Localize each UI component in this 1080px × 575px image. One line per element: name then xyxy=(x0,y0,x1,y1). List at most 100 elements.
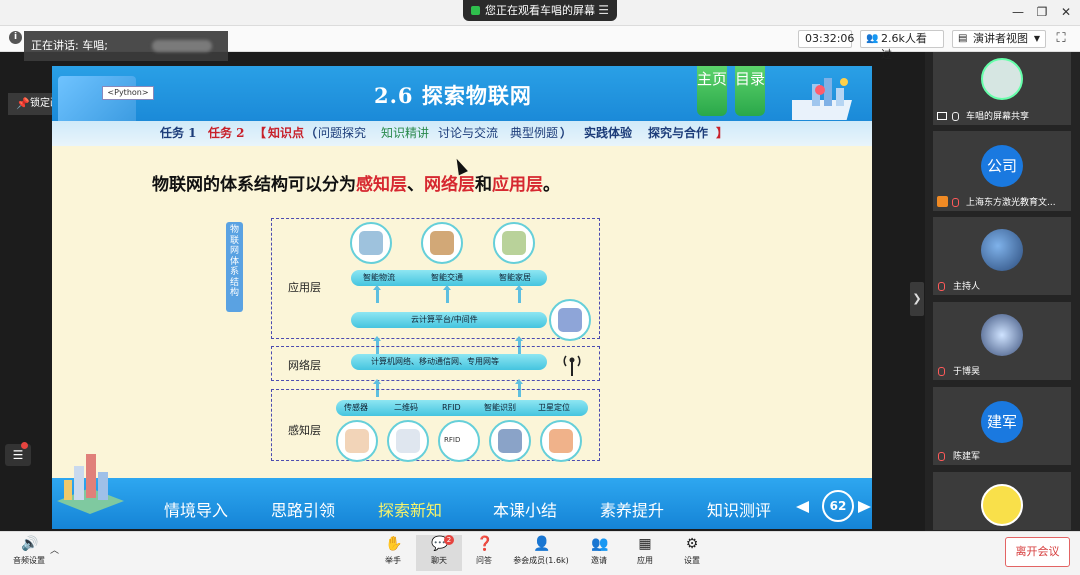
raise-hand-button[interactable]: ✋ 举手 xyxy=(369,535,417,571)
app-item-traffic: 智能交通 xyxy=(431,273,463,282)
city-illustration-icon xyxy=(57,454,124,514)
share-notice-text: 您正在观看车唱的屏幕 xyxy=(485,4,595,17)
fullscreen-icon[interactable]: ⛶ xyxy=(1052,30,1070,48)
participant-name: 主持人 xyxy=(953,282,981,292)
perception-layer-label: 感知层 xyxy=(288,424,321,437)
tab-home[interactable]: 主页 xyxy=(697,66,727,116)
arrow-up xyxy=(443,285,451,303)
laptop-illustration xyxy=(58,76,136,126)
leave-meeting-button[interactable]: 离开会议 xyxy=(1005,537,1070,567)
app-items-pill: 智能物流 智能交通 智能家居 xyxy=(351,270,547,286)
speaker-icon: 🔊 xyxy=(21,536,39,552)
sense-item-satellite: 卫星定位 xyxy=(538,403,570,412)
viewer-count[interactable]: 👥 2.6k人看过 xyxy=(860,30,944,61)
chat-badge: 2 xyxy=(444,535,454,545)
participant-tile[interactable]: 主持人 xyxy=(933,217,1071,295)
nav-literacy[interactable]: 素养提升 xyxy=(600,497,664,521)
audio-settings-button[interactable]: 🔊 音频设置 xyxy=(4,535,54,571)
nav-situation[interactable]: 情境导入 xyxy=(164,497,228,521)
headline-network: 网络层 xyxy=(424,175,475,195)
participant-tile[interactable]: 公司 上海东方激光教育文... xyxy=(933,131,1071,211)
mic-muted-icon xyxy=(938,452,945,461)
settings-button[interactable]: ⚙ 设置 xyxy=(668,535,716,571)
chevron-up-icon[interactable]: ︿ xyxy=(50,543,59,556)
sense-item-recognition: 智能识别 xyxy=(484,403,516,412)
add-person-icon: 👥 xyxy=(591,536,609,552)
speaking-indicator: 正在讲话: 车唱; xyxy=(24,31,228,61)
headline-perception: 感知层 xyxy=(356,175,407,195)
headline-sep1: 、 xyxy=(407,175,424,195)
participant-tile[interactable]: 于博昊 xyxy=(933,302,1071,380)
pin-icon: 📌 xyxy=(16,97,30,110)
examples-link[interactable]: 典型例题 xyxy=(510,121,558,146)
sensor-icon xyxy=(336,420,378,462)
bracket-open: 【 xyxy=(254,126,267,140)
rfid-icon-text: RFID xyxy=(444,436,461,444)
knowledge-link[interactable]: 知识点 xyxy=(268,121,304,146)
perception-items-pill: 传感器 二维码 RFID 智能识别 卫星定位 xyxy=(336,400,588,416)
blurred-name xyxy=(152,40,212,52)
tab-toc[interactable]: 目录 xyxy=(735,66,765,116)
menu-icon[interactable]: ☰ xyxy=(598,0,609,21)
chat-button[interactable]: 💬 2 聊天 xyxy=(416,535,462,571)
cloud-platform-label: 云计算平台/中间件 xyxy=(411,315,478,324)
next-page-icon[interactable] xyxy=(858,501,871,513)
hand-icon: ✋ xyxy=(385,536,403,552)
nav-explore-active[interactable]: 探索新知 xyxy=(378,497,442,521)
network-items-label: 计算机网络、移动通信网、专用网等 xyxy=(371,357,499,366)
collapse-panel-icon[interactable]: ❯ xyxy=(910,282,924,316)
smart-city-icon xyxy=(792,78,852,120)
paren-close: ） xyxy=(560,126,573,140)
close-icon[interactable]: ✕ xyxy=(1058,4,1074,20)
meeting-timer: 03:32:06 xyxy=(798,30,854,48)
speaking-text: 正在讲话: 车唱; xyxy=(31,39,108,52)
experience-link[interactable]: 实践体验 xyxy=(584,121,632,146)
discuss-link[interactable]: 讨论与交流 xyxy=(438,121,498,146)
chevron-down-icon: ▼ xyxy=(1033,34,1040,43)
info-icon[interactable]: i xyxy=(9,31,22,44)
qa-button[interactable]: ❓ 问答 xyxy=(460,535,508,571)
task-2-link[interactable]: 任务 2 xyxy=(208,121,245,146)
prev-page-icon[interactable] xyxy=(796,501,809,513)
sense-item-sensor: 传感器 xyxy=(344,403,368,412)
precise-link[interactable]: 知识精讲 xyxy=(381,121,429,146)
logistics-icon xyxy=(350,222,392,264)
screen-share-icon xyxy=(937,112,947,120)
mic-muted-icon xyxy=(938,367,945,376)
task-1-link[interactable]: 任务 1 xyxy=(160,121,197,146)
tab-toc-label: 目录 xyxy=(735,70,766,88)
minimize-icon[interactable]: — xyxy=(1010,4,1026,20)
share-status-icon xyxy=(471,6,480,15)
participant-tile[interactable]: 建军 陈建军 xyxy=(933,387,1071,465)
qrcode-icon xyxy=(387,420,429,462)
restore-icon[interactable]: ❐ xyxy=(1034,4,1050,20)
presenter-view-dropdown[interactable]: ▤ 演讲者视图 ▼ xyxy=(952,30,1046,48)
explore-link[interactable]: 探究与合作 xyxy=(648,121,708,146)
question-icon: ❓ xyxy=(476,536,494,552)
arrow-up xyxy=(373,285,381,303)
problem-link[interactable]: 问题探究 xyxy=(318,121,366,146)
layout-icon: ▤ xyxy=(958,33,968,44)
participant-name: 上海东方激光教育文... xyxy=(966,198,1056,208)
nav-summary[interactable]: 本课小结 xyxy=(493,497,557,521)
headline-suffix: 。 xyxy=(543,175,560,195)
nav-assessment[interactable]: 知识测评 xyxy=(707,497,771,521)
invite-button[interactable]: 👥 邀请 xyxy=(575,535,623,571)
task-navigation-bar: 任务 1 任务 2 【 知识点 （ 问题探究 知识精讲 讨论与交流 典型例题 ）… xyxy=(52,121,872,146)
application-layer-label: 应用层 xyxy=(288,281,321,294)
nav-thinking[interactable]: 思路引领 xyxy=(271,497,335,521)
sense-item-qrcode: 二维码 xyxy=(394,403,418,412)
satellite-location-icon xyxy=(540,420,582,462)
org-icon xyxy=(937,196,948,207)
network-layer-label: 网络层 xyxy=(288,359,321,372)
people-icon: 👥 xyxy=(866,33,879,44)
members-button[interactable]: 👤 参会成员(1.6k) xyxy=(508,535,574,571)
photo-avatar xyxy=(981,314,1023,356)
avatar: 建军 xyxy=(981,401,1023,443)
cloud-platform-pill: 云计算平台/中间件 xyxy=(351,312,547,328)
apps-label: 应用 xyxy=(637,556,653,565)
chat-float-button[interactable]: ☰ xyxy=(5,442,31,466)
participant-tile[interactable] xyxy=(933,472,1071,530)
participant-tile[interactable]: 车唱的屏幕共享 xyxy=(933,52,1071,125)
apps-button[interactable]: ▦ 应用 xyxy=(621,535,669,571)
